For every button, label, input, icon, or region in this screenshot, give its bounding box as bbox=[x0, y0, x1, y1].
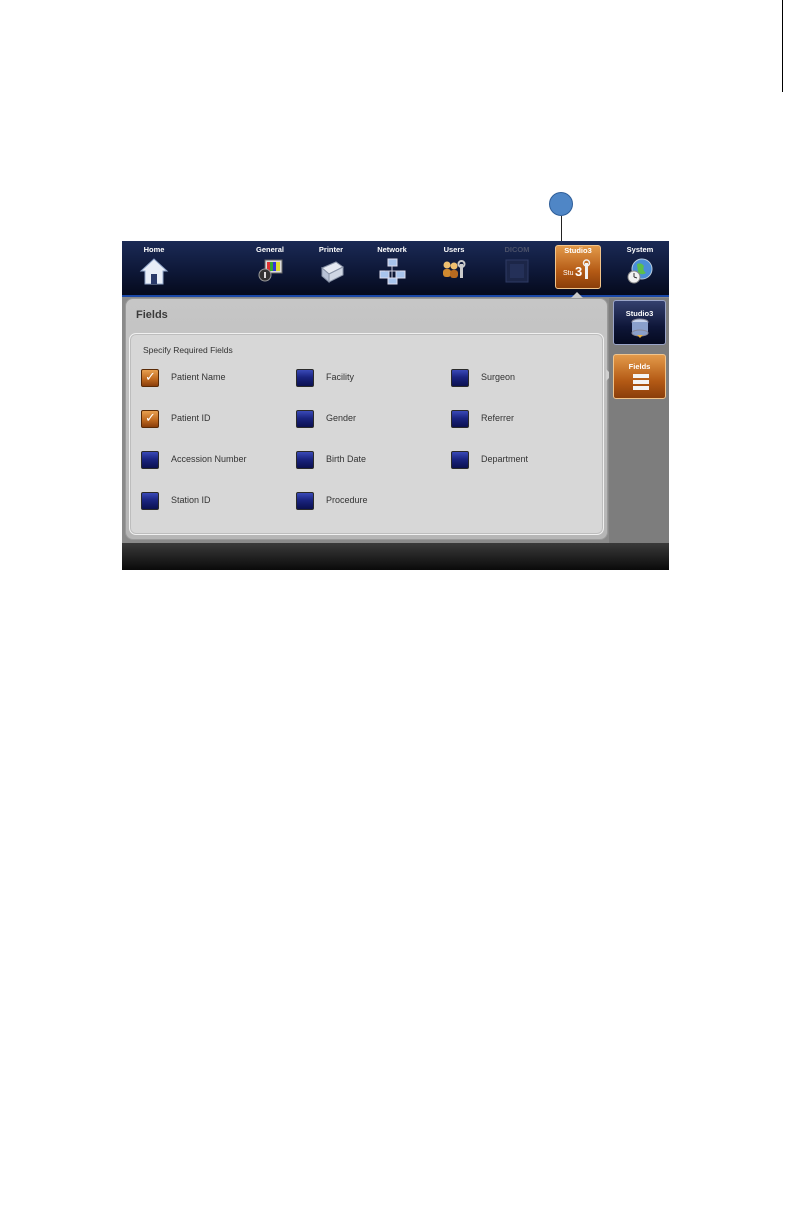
sidebar-item-studio3[interactable]: Studio3 bbox=[613, 300, 666, 345]
field-birth-date[interactable]: Birth Date bbox=[296, 451, 446, 471]
nav-item-users[interactable]: Users bbox=[425, 241, 483, 295]
svg-text:Stu: Stu bbox=[563, 270, 574, 277]
field-label: Accession Number bbox=[171, 454, 247, 464]
field-label: Birth Date bbox=[326, 454, 367, 464]
nav-item-label: Studio3 bbox=[564, 246, 592, 255]
page-edge-line bbox=[782, 0, 783, 92]
database-icon bbox=[631, 318, 648, 338]
checkbox[interactable] bbox=[451, 410, 469, 428]
list-icon bbox=[632, 374, 649, 390]
svg-text:3: 3 bbox=[575, 264, 582, 279]
nav-item-printer[interactable]: Printer bbox=[302, 241, 360, 295]
field-label: Department bbox=[481, 454, 529, 464]
checkbox[interactable] bbox=[451, 369, 469, 387]
field-patient-name[interactable]: ✓ Patient Name bbox=[141, 369, 291, 389]
dicom-icon bbox=[505, 259, 529, 283]
network-icon bbox=[379, 258, 406, 285]
field-patient-id[interactable]: ✓ Patient ID bbox=[141, 410, 291, 430]
checkbox[interactable] bbox=[141, 492, 159, 510]
field-label: Surgeon bbox=[481, 372, 516, 382]
field-label: Facility bbox=[326, 372, 355, 382]
nav-item-network[interactable]: Network bbox=[363, 241, 421, 295]
checkbox[interactable] bbox=[451, 451, 469, 469]
footer-bar bbox=[122, 543, 669, 570]
field-accession-number[interactable]: Accession Number bbox=[141, 451, 291, 471]
nav-item-label: System bbox=[626, 245, 654, 254]
nav-item-label: Users bbox=[443, 245, 465, 254]
nav-item-label: Network bbox=[377, 245, 407, 254]
required-fields-group: Specify Required Fields ✓ Patient Name F… bbox=[129, 333, 604, 535]
nav-item-home[interactable]: Home bbox=[125, 241, 183, 295]
field-procedure[interactable]: Procedure bbox=[296, 492, 446, 512]
checkmark-icon: ✓ bbox=[145, 411, 156, 426]
nav-item-label: Home bbox=[143, 245, 165, 254]
house-icon bbox=[139, 258, 169, 285]
checkbox[interactable]: ✓ bbox=[141, 369, 159, 387]
top-navigation-bar: Home General Printer Network Users DICOM… bbox=[122, 241, 669, 297]
nav-item-label: General bbox=[256, 245, 284, 254]
sidebar-item-fields[interactable]: Fields bbox=[613, 354, 666, 399]
field-referrer[interactable]: Referrer bbox=[451, 410, 601, 430]
checkbox[interactable] bbox=[296, 369, 314, 387]
field-surgeon[interactable]: Surgeon bbox=[451, 369, 601, 389]
sidebar-item-label: Fields bbox=[628, 362, 651, 371]
sidebar-item-label: Studio3 bbox=[625, 309, 654, 318]
fields-panel: Fields Specify Required Fields ✓ Patient… bbox=[125, 298, 608, 540]
checkbox[interactable]: ✓ bbox=[141, 410, 159, 428]
field-gender[interactable]: Gender bbox=[296, 410, 446, 430]
nav-item-general[interactable]: General bbox=[241, 241, 299, 295]
globe-clock-icon bbox=[627, 258, 653, 284]
callout-marker bbox=[549, 192, 573, 216]
checkmark-icon: ✓ bbox=[145, 370, 156, 385]
field-label: Gender bbox=[326, 413, 357, 423]
nav-item-studio3[interactable]: Studio3 Stu 3 bbox=[555, 245, 601, 289]
monitor-icon bbox=[258, 259, 283, 282]
sidebar: Studio3 Fields bbox=[609, 298, 669, 543]
field-label: Patient ID bbox=[171, 413, 211, 423]
field-label: Procedure bbox=[326, 495, 368, 505]
settings-screen: Home General Printer Network Users DICOM… bbox=[122, 241, 669, 570]
checkbox[interactable] bbox=[141, 451, 159, 469]
field-label: Referrer bbox=[481, 413, 515, 423]
users-icon bbox=[443, 260, 466, 278]
checkbox[interactable] bbox=[296, 492, 314, 510]
field-label: Patient Name bbox=[171, 372, 226, 382]
field-station-id[interactable]: Station ID bbox=[141, 492, 291, 512]
printer-icon bbox=[321, 261, 344, 284]
field-facility[interactable]: Facility bbox=[296, 369, 446, 389]
nav-item-dicom: DICOM bbox=[488, 241, 546, 295]
studio3-tools-icon: Stu 3 bbox=[563, 259, 591, 279]
checkbox[interactable] bbox=[296, 410, 314, 428]
nav-item-label: Printer bbox=[318, 245, 344, 254]
nav-item-label: DICOM bbox=[504, 245, 530, 254]
field-department[interactable]: Department bbox=[451, 451, 601, 471]
section-title: Specify Required Fields bbox=[143, 345, 233, 355]
panel-title: Fields bbox=[136, 309, 168, 321]
nav-item-system[interactable]: System bbox=[611, 241, 669, 295]
checkbox[interactable] bbox=[296, 451, 314, 469]
field-label: Station ID bbox=[171, 495, 211, 505]
